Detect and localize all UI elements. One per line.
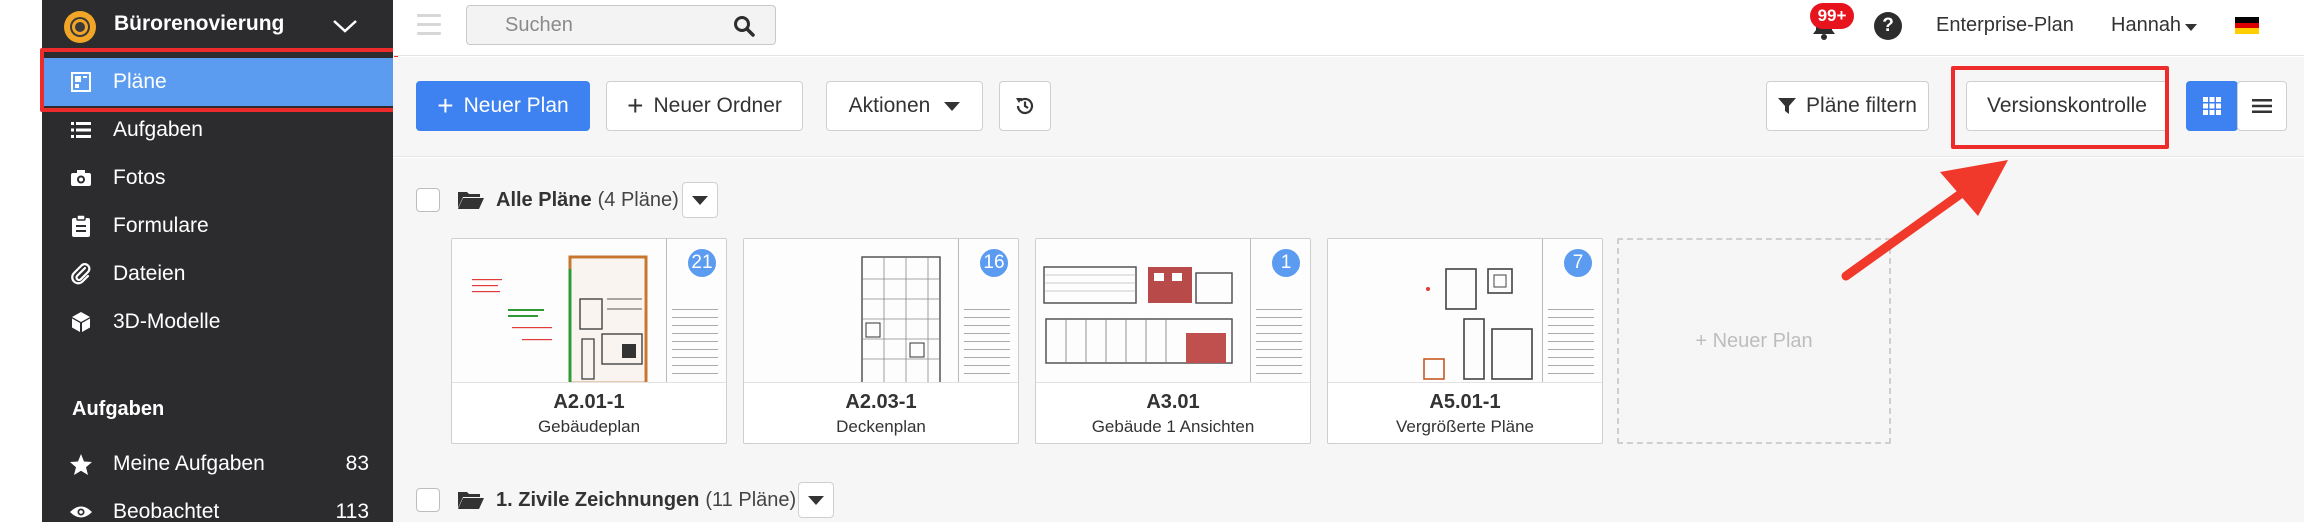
plan-thumbnail bbox=[1036, 239, 1310, 383]
sidebar-item-forms[interactable]: Formulare bbox=[42, 202, 393, 250]
enterprise-plan-link[interactable]: Enterprise-Plan bbox=[1936, 14, 2074, 37]
eye-icon bbox=[70, 501, 92, 522]
sidebar-item-watched[interactable]: Beobachtet 113 bbox=[42, 488, 393, 522]
list-view-button[interactable] bbox=[2237, 81, 2287, 131]
search-box[interactable] bbox=[466, 5, 776, 45]
folder-open-icon bbox=[458, 192, 484, 209]
new-plan-button[interactable]: + Neuer Plan bbox=[416, 81, 590, 131]
task-count: 83 bbox=[345, 452, 369, 475]
sidebar-item-label: Fotos bbox=[113, 166, 166, 189]
list-view-icon bbox=[2252, 99, 2272, 113]
list-icon bbox=[70, 119, 92, 141]
folder-checkbox[interactable] bbox=[416, 188, 440, 212]
plan-card[interactable]: 1 A3.01 Gebäude 1 Ansichten bbox=[1035, 238, 1311, 444]
plan-title: Gebäude 1 Ansichten bbox=[1091, 417, 1255, 436]
plan-title: Gebäudeplan bbox=[537, 417, 641, 436]
plan-thumbnail bbox=[1328, 239, 1602, 383]
folder-count: (4 Pläne) bbox=[597, 188, 679, 211]
project-name: Bürorenovierung bbox=[114, 12, 285, 35]
folder-dropdown-button[interactable] bbox=[798, 482, 834, 518]
plan-thumbnail bbox=[452, 239, 726, 383]
plus-icon: + bbox=[437, 90, 454, 121]
sidebar-item-label: Pläne bbox=[113, 70, 167, 93]
caret-down-icon[interactable] bbox=[2185, 24, 2197, 31]
search-icon[interactable] bbox=[733, 15, 755, 37]
plan-title: Deckenplan bbox=[836, 417, 926, 436]
plans-icon bbox=[70, 71, 92, 93]
sidebar-item-my-tasks[interactable]: Meine Aufgaben 83 bbox=[42, 440, 393, 488]
german-flag-icon[interactable] bbox=[2235, 17, 2259, 34]
grid-view-icon bbox=[2203, 97, 2221, 115]
markup-count-badge: 1 bbox=[1270, 247, 1302, 279]
plan-number: A2.03-1 bbox=[845, 391, 917, 413]
sidebar-item-label: Aufgaben bbox=[113, 118, 203, 141]
plan-title: Vergrößerte Pläne bbox=[1396, 417, 1534, 436]
sidebar-item-label: Beobachtet bbox=[113, 500, 220, 522]
user-menu[interactable]: Hannah bbox=[2111, 14, 2181, 37]
history-button[interactable] bbox=[999, 81, 1051, 131]
plan-thumbnail bbox=[744, 239, 1018, 383]
sidebar-item-label: Dateien bbox=[113, 262, 186, 285]
sidebar-item-tasks[interactable]: Aufgaben bbox=[42, 106, 393, 154]
tasks-section-title: Aufgaben bbox=[72, 398, 165, 420]
plan-number: A2.01-1 bbox=[553, 391, 625, 413]
plan-number: A5.01-1 bbox=[1429, 391, 1501, 413]
plan-card[interactable]: 21 A2.01-1 Gebäudeplan bbox=[451, 238, 727, 444]
sidebar-item-plans[interactable]: Pläne bbox=[42, 58, 393, 106]
chevron-down-icon[interactable] bbox=[332, 16, 358, 36]
caret-down-icon bbox=[944, 101, 961, 111]
plans-toolbar: + Neuer Plan + Neuer Ordner Aktionen Plä… bbox=[393, 57, 2304, 157]
folder-checkbox[interactable] bbox=[416, 488, 440, 512]
camera-icon bbox=[70, 167, 92, 189]
clipboard-icon bbox=[70, 215, 92, 237]
search-input[interactable] bbox=[467, 6, 727, 44]
top-bar: 99+ ? Enterprise-Plan Hannah bbox=[393, 0, 2304, 56]
plan-card[interactable]: 7 A5.01-1 Vergrößerte Pläne bbox=[1327, 238, 1603, 444]
help-icon[interactable]: ? bbox=[1874, 12, 1902, 40]
left-gutter bbox=[0, 0, 42, 522]
markup-count-badge: 7 bbox=[1562, 247, 1594, 279]
folder-count: (11 Pläne) bbox=[705, 488, 797, 511]
project-logo-icon bbox=[64, 11, 96, 43]
sidebar: Bürorenovierung Pläne Aufgaben Fotos For… bbox=[42, 0, 393, 522]
folder-header-civil-drawings[interactable]: 1. Zivile Zeichnungen (11 Pläne) bbox=[416, 484, 796, 516]
watched-count: 113 bbox=[335, 500, 369, 522]
plus-icon: + bbox=[627, 90, 644, 121]
grid-view-button[interactable] bbox=[2186, 81, 2238, 131]
sidebar-item-label: Formulare bbox=[113, 214, 209, 237]
folder-open-icon bbox=[458, 492, 484, 509]
history-icon bbox=[1016, 97, 1034, 115]
sidebar-item-photos[interactable]: Fotos bbox=[42, 154, 393, 202]
annotation-arrow bbox=[1841, 160, 2008, 281]
sidebar-item-files[interactable]: Dateien bbox=[42, 250, 393, 298]
hamburger-menu-icon[interactable] bbox=[417, 14, 441, 36]
folder-header-all-plans[interactable]: Alle Pläne (4 Pläne) bbox=[416, 184, 679, 216]
markup-count-badge: 21 bbox=[686, 247, 718, 279]
version-control-button[interactable]: Versionskontrolle bbox=[1966, 81, 2168, 131]
project-switcher[interactable]: Bürorenovierung bbox=[42, 0, 393, 52]
paperclip-icon bbox=[70, 263, 92, 285]
star-icon bbox=[70, 453, 92, 475]
sidebar-item-label: 3D-Modelle bbox=[113, 310, 221, 333]
sidebar-item-3d-models[interactable]: 3D-Modelle bbox=[42, 298, 393, 346]
notification-badge[interactable]: 99+ bbox=[1810, 3, 1854, 29]
folder-dropdown-button[interactable] bbox=[682, 182, 718, 218]
plan-number: A3.01 bbox=[1146, 391, 1200, 413]
cube-icon bbox=[70, 311, 92, 333]
sidebar-item-label: Meine Aufgaben bbox=[113, 452, 265, 475]
new-folder-button[interactable]: + Neuer Ordner bbox=[606, 81, 803, 131]
folder-name: Alle Pläne bbox=[496, 188, 592, 211]
plan-card[interactable]: 16 A2.03-1 Deckenplan bbox=[743, 238, 1019, 444]
actions-dropdown[interactable]: Aktionen bbox=[826, 81, 983, 131]
filter-plans-button[interactable]: Pläne filtern bbox=[1766, 81, 1929, 131]
filter-icon bbox=[1778, 98, 1797, 114]
markup-count-badge: 16 bbox=[978, 247, 1010, 279]
folder-name: 1. Zivile Zeichnungen bbox=[496, 488, 700, 511]
